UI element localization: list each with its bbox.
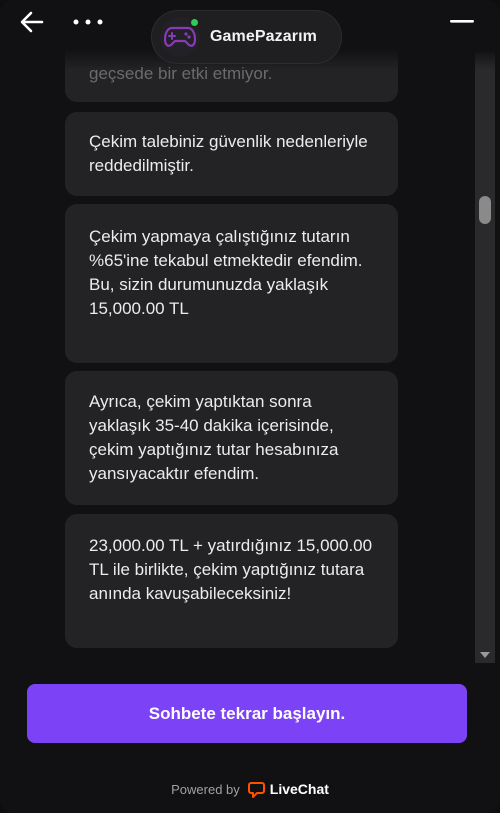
- chat-window: geçsede bir etki etmiyor. Çekim talebini…: [0, 0, 500, 813]
- minimize-icon: [450, 20, 474, 23]
- message-text: Çekim talebiniz güvenlik nedenleriyle re…: [89, 132, 368, 175]
- powered-by-footer[interactable]: Powered by LiveChat: [0, 778, 500, 800]
- message-text: Ayrıca, çekim yaptıktan sonra yaklaşık 3…: [89, 392, 339, 483]
- provider-name: LiveChat: [269, 781, 329, 797]
- message-bubble: Ayrıca, çekim yaptıktan sonra yaklaşık 3…: [65, 371, 398, 505]
- scroll-down-arrow-icon[interactable]: [475, 647, 495, 663]
- message-bubble: 23,000.00 TL + yatırdığınız 15,000.00 TL…: [65, 514, 398, 648]
- scrollbar[interactable]: [475, 52, 495, 663]
- brand-avatar: [160, 17, 200, 57]
- brand-name: GamePazarım: [210, 28, 317, 45]
- message-text: 23,000.00 TL + yatırdığınız 15,000.00 TL…: [89, 536, 373, 603]
- more-horizontal-icon: [73, 19, 103, 25]
- livechat-logo-icon: [247, 781, 265, 798]
- powered-by-label: Powered by: [171, 781, 240, 797]
- chat-header: GamePazarım: [0, 0, 500, 70]
- scrollbar-thumb[interactable]: [479, 196, 491, 224]
- back-button[interactable]: [16, 8, 48, 36]
- online-status-dot: [189, 17, 200, 28]
- message-text: Çekim yapmaya çalıştığınız tutarın %65'i…: [89, 227, 363, 318]
- message-list[interactable]: geçsede bir etki etmiyor. Çekim talebini…: [0, 0, 500, 663]
- brand-badge: GamePazarım: [151, 10, 342, 64]
- restart-chat-button[interactable]: Sohbete tekrar başlayın.: [27, 684, 467, 743]
- message-bubble: Çekim talebiniz güvenlik nedenleriyle re…: [65, 112, 398, 196]
- message-bubble: Çekim yapmaya çalıştığınız tutarın %65'i…: [65, 204, 398, 363]
- more-options-button[interactable]: [70, 8, 106, 36]
- gamepad-icon: [164, 26, 196, 47]
- arrow-left-icon: [20, 11, 44, 33]
- minimize-button[interactable]: [448, 8, 476, 36]
